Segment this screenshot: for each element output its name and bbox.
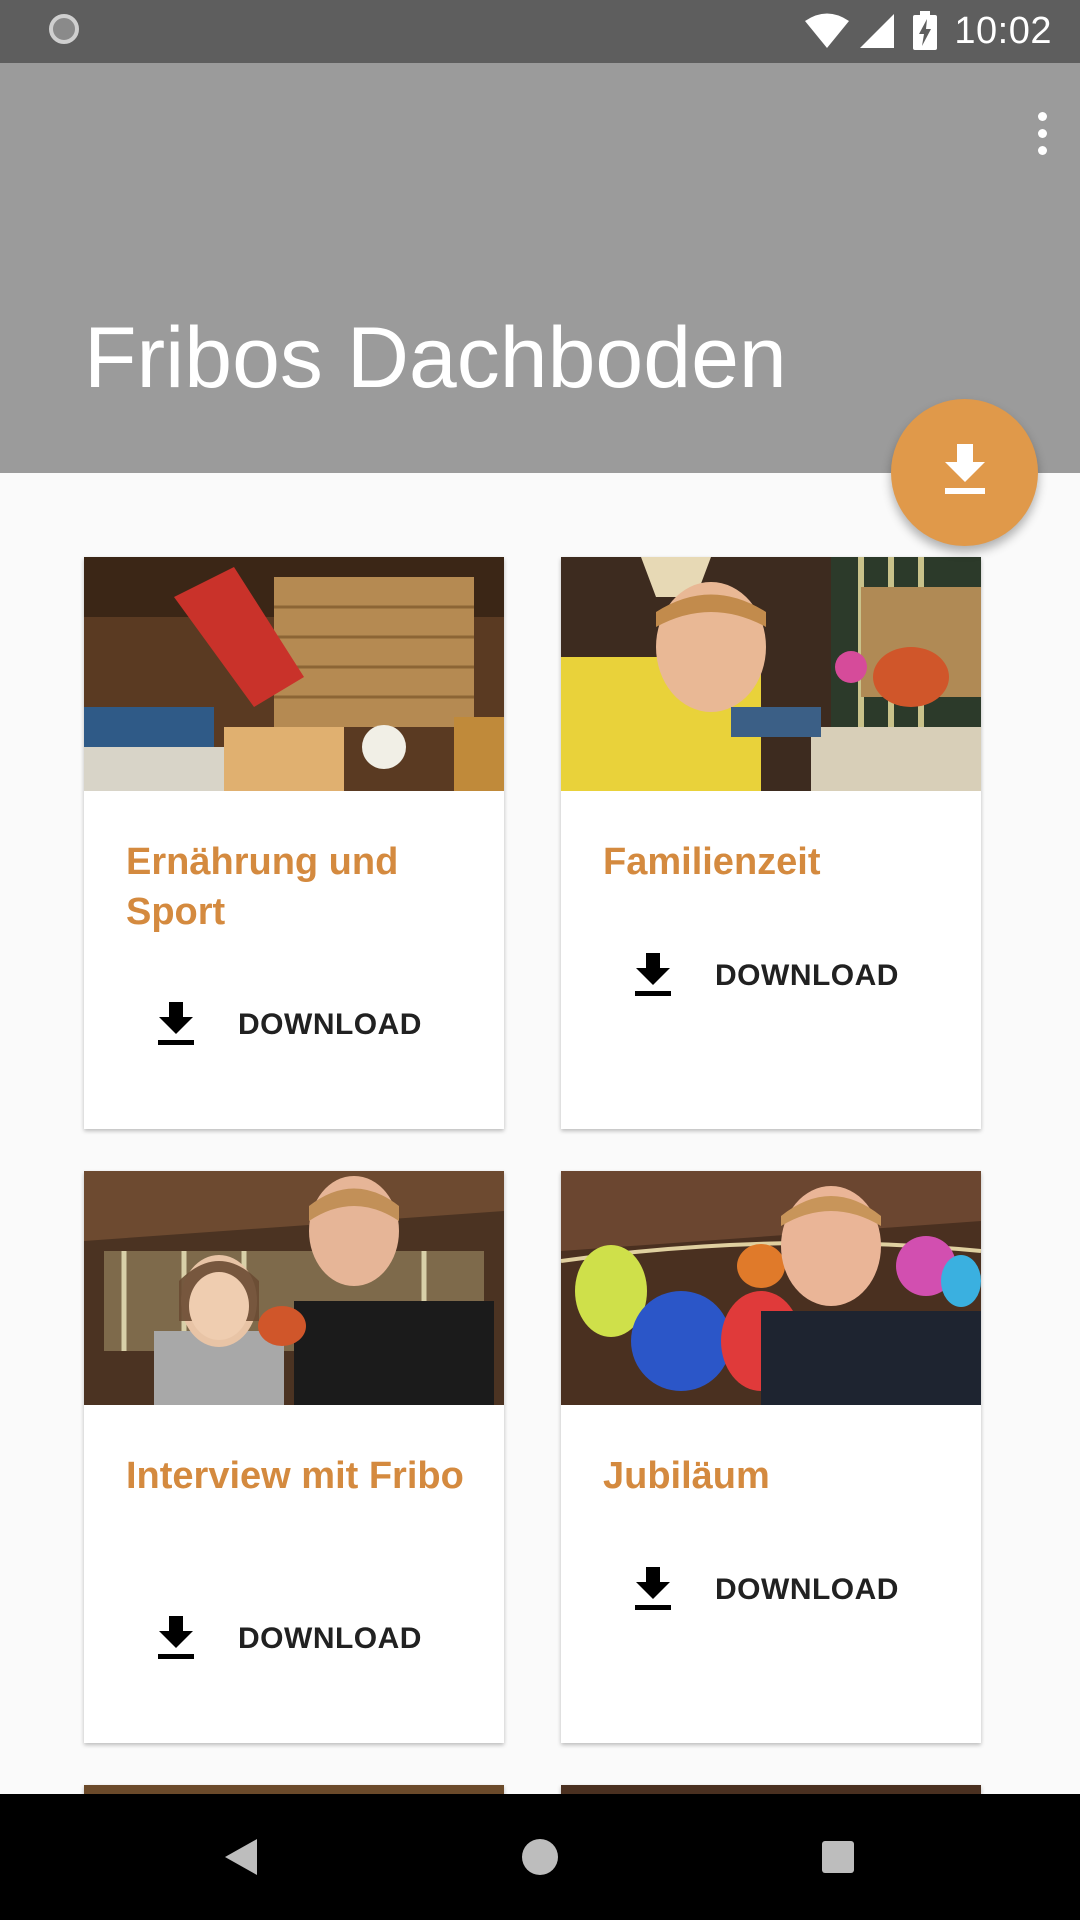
- battery-charging-icon: [913, 11, 938, 50]
- episode-thumbnail: [84, 557, 504, 791]
- home-icon[interactable]: [513, 1830, 567, 1884]
- download-icon: [158, 1616, 194, 1659]
- download-icon: [158, 1002, 194, 1045]
- back-icon[interactable]: [214, 1830, 268, 1884]
- episode-card[interactable]: Jubiläum DOWNLOAD: [561, 1171, 981, 1743]
- signal-icon: [860, 14, 895, 48]
- episode-thumbnail: [561, 557, 981, 791]
- episode-thumbnail: [84, 1171, 504, 1405]
- app-bar: Fribos Dachboden: [0, 63, 1080, 473]
- status-icons: 10:02: [804, 10, 1052, 52]
- download-icon: [944, 443, 985, 494]
- more-vert-icon[interactable]: [1010, 101, 1074, 165]
- episode-title: Jubiläum: [603, 1455, 770, 1497]
- episode-title: Familienzeit: [603, 841, 821, 883]
- status-bar: 10:02: [0, 0, 1080, 63]
- navigation-bar: [0, 1794, 1080, 1920]
- status-time: 10:02: [954, 9, 1052, 52]
- download-button[interactable]: DOWNLOAD: [633, 953, 899, 999]
- loading-icon: [49, 14, 79, 44]
- download-button[interactable]: DOWNLOAD: [633, 1567, 899, 1613]
- download-icon: [635, 1567, 671, 1610]
- episode-card[interactable]: Familienzeit DOWNLOAD: [561, 557, 981, 1129]
- recents-icon[interactable]: [811, 1830, 865, 1884]
- episode-card[interactable]: Interview mit Fribo DOWNLOAD: [84, 1171, 504, 1743]
- episode-card[interactable]: Ernährung und Sport DOWNLOAD: [84, 557, 504, 1129]
- download-all-button[interactable]: [891, 399, 1038, 546]
- page-title: Fribos Dachboden: [84, 310, 787, 406]
- download-button[interactable]: DOWNLOAD: [156, 1002, 422, 1048]
- download-label: DOWNLOAD: [238, 1622, 422, 1655]
- episode-title: Interview mit Fribo: [126, 1455, 464, 1497]
- wifi-icon: [805, 13, 850, 48]
- download-label: DOWNLOAD: [238, 1008, 422, 1041]
- episode-title: Ernährung und Sport: [126, 841, 399, 933]
- download-label: DOWNLOAD: [715, 959, 899, 992]
- episode-thumbnail: [561, 1171, 981, 1405]
- download-label: DOWNLOAD: [715, 1573, 899, 1606]
- download-button[interactable]: DOWNLOAD: [156, 1616, 422, 1662]
- download-icon: [635, 953, 671, 996]
